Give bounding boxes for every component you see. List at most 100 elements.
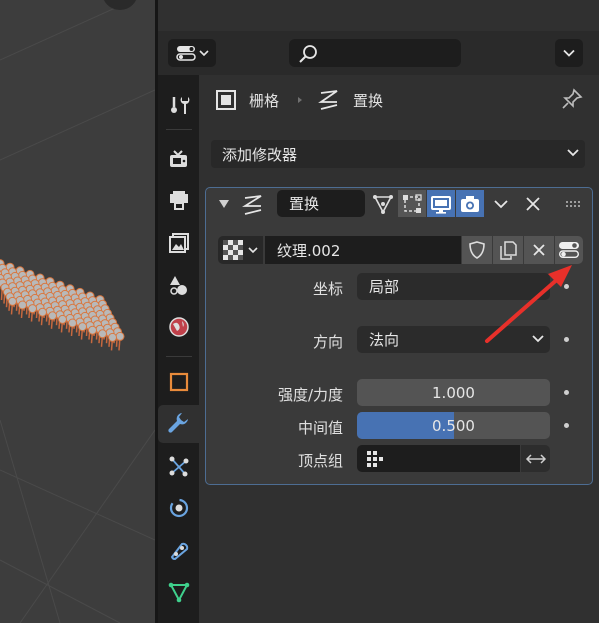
strength-label: 强度/力度 — [277, 386, 343, 404]
duplicate-texture-button[interactable] — [493, 236, 523, 264]
breadcrumb-object: 栅格 — [249, 91, 280, 110]
camera-icon — [461, 195, 479, 212]
tab-modifiers[interactable] — [158, 405, 199, 443]
invert-vertex-group-button[interactable] — [521, 445, 550, 472]
viewport-display-button[interactable] — [427, 190, 455, 217]
physics-icon — [169, 498, 188, 518]
top-strip — [158, 0, 599, 31]
output-icon — [169, 191, 188, 210]
edit-mode-icon — [403, 193, 422, 213]
mesh-vertex — [108, 332, 117, 342]
mesh-vertex — [115, 331, 125, 341]
midlevel-value: 0.500 — [432, 416, 475, 435]
edit-cage-button[interactable] — [369, 190, 397, 217]
keyframe-dot[interactable] — [564, 390, 569, 395]
texture-name-field[interactable]: 纹理.002 — [265, 236, 461, 264]
displace-modifier-icon — [242, 195, 262, 215]
invert-arrows-icon — [525, 453, 546, 464]
constraints-icon — [170, 542, 188, 560]
texture-properties-toggle[interactable] — [555, 236, 583, 264]
keyframe-dot[interactable] — [564, 423, 569, 428]
direction-value: 法向 — [369, 331, 400, 349]
tab-output[interactable] — [158, 182, 199, 220]
search-input[interactable] — [289, 39, 461, 67]
modifier-header: 置换 — [206, 188, 592, 220]
editor-type-button[interactable] — [168, 39, 216, 67]
tab-particles[interactable] — [158, 447, 199, 485]
mesh-vertex — [38, 307, 47, 317]
tool-icon — [170, 97, 189, 114]
tab-physics[interactable] — [158, 489, 199, 527]
header-options-dropdown[interactable] — [555, 39, 583, 67]
pin-button[interactable] — [561, 88, 583, 114]
chevron-down-icon — [563, 49, 575, 57]
toggle-icon — [559, 242, 580, 259]
collapse-triangle-icon[interactable] — [218, 199, 230, 209]
tab-tool[interactable] — [158, 86, 199, 124]
strength-field[interactable]: 1.000 — [357, 379, 550, 406]
modifier-name-field[interactable]: 置换 — [277, 190, 365, 217]
keyframe-dot[interactable] — [564, 337, 569, 342]
strength-value: 1.000 — [432, 383, 475, 402]
duplicate-icon — [500, 241, 517, 260]
unlink-texture-button[interactable] — [524, 236, 554, 264]
chevron-down-icon — [494, 199, 508, 208]
breadcrumb-arrow-icon — [298, 97, 303, 103]
edit-cage-icon — [373, 194, 393, 214]
chevron-down-icon — [198, 50, 209, 57]
midlevel-label: 中间值 — [297, 419, 343, 437]
wrench-icon — [167, 413, 188, 433]
coords-dropdown[interactable]: 局部 — [357, 273, 550, 300]
tab-world[interactable] — [158, 308, 199, 346]
tab-render[interactable] — [158, 140, 199, 178]
tab-view-layer[interactable] — [158, 224, 199, 262]
edit-mode-button[interactable] — [398, 190, 426, 217]
tab-object[interactable] — [158, 363, 199, 401]
displace-modifier-panel: 置换 纹理.002 坐标 局部 方向 法向 强度/力度 1.000 中间值 0.… — [205, 187, 593, 485]
breadcrumb-modifier: 置换 — [353, 91, 384, 110]
world-icon — [168, 317, 189, 337]
texture-selector: 纹理.002 — [218, 236, 583, 264]
mesh-vertex — [8, 296, 17, 306]
fake-user-button[interactable] — [462, 236, 492, 264]
tab-constraints[interactable] — [158, 531, 199, 569]
mesh-vertex — [28, 304, 37, 314]
modifier-extras-dropdown[interactable] — [487, 190, 515, 217]
checker-texture-icon — [223, 240, 243, 260]
mesh-vertex — [88, 325, 97, 335]
chevron-down-icon — [567, 149, 579, 157]
mesh-data-icon — [168, 582, 189, 603]
tab-data[interactable] — [158, 573, 199, 611]
properties-header — [158, 31, 599, 75]
mesh-vertex — [48, 311, 57, 321]
drag-handle-icon — [566, 200, 580, 207]
direction-dropdown[interactable]: 法向 — [357, 326, 550, 353]
remove-modifier-button[interactable] — [519, 190, 547, 217]
chevron-down-icon — [248, 247, 258, 254]
search-icon — [299, 45, 317, 63]
add-modifier-dropdown[interactable]: 添加修改器 — [211, 140, 585, 168]
pin-icon — [562, 88, 583, 109]
close-icon — [533, 244, 545, 256]
view-layer-icon — [168, 233, 189, 253]
drag-handle[interactable] — [559, 190, 587, 217]
mesh-vertex — [18, 300, 27, 310]
mesh-object[interactable] — [0, 0, 155, 623]
tab-scene[interactable] — [158, 266, 199, 304]
mesh-vertex — [78, 322, 87, 332]
3d-viewport[interactable] — [0, 0, 155, 623]
render-icon — [169, 150, 187, 167]
properties-panel: 栅格 置换 添加修改器 置换 纹理.002 坐标 局部 方向 法向 强度/力度 … — [199, 75, 599, 623]
render-toggle-button[interactable] — [456, 190, 484, 217]
mesh-vertex — [98, 329, 107, 339]
vertex-group-icon — [367, 450, 383, 467]
texture-browse-button[interactable] — [218, 236, 263, 264]
chevron-down-icon — [532, 335, 544, 343]
vertex-group-field[interactable] — [357, 445, 520, 472]
tab-separator — [166, 356, 192, 357]
midlevel-slider[interactable]: 0.500 — [357, 412, 550, 439]
texture-name: 纹理.002 — [277, 241, 341, 260]
coords-label: 坐标 — [312, 280, 343, 298]
close-icon — [526, 196, 540, 211]
keyframe-dot[interactable] — [564, 284, 569, 289]
